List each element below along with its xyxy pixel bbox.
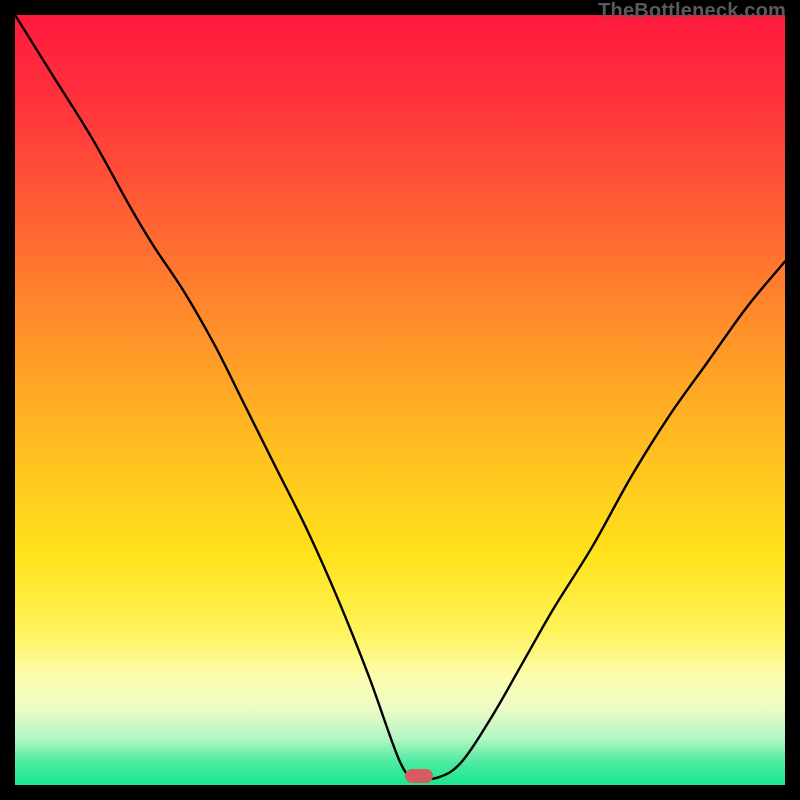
plot-area — [15, 15, 785, 785]
bottleneck-curve — [15, 15, 785, 785]
optimum-marker-icon — [405, 769, 433, 783]
watermark-label: TheBottleneck.com — [598, 0, 786, 23]
chart-frame: TheBottleneck.com — [0, 0, 800, 800]
